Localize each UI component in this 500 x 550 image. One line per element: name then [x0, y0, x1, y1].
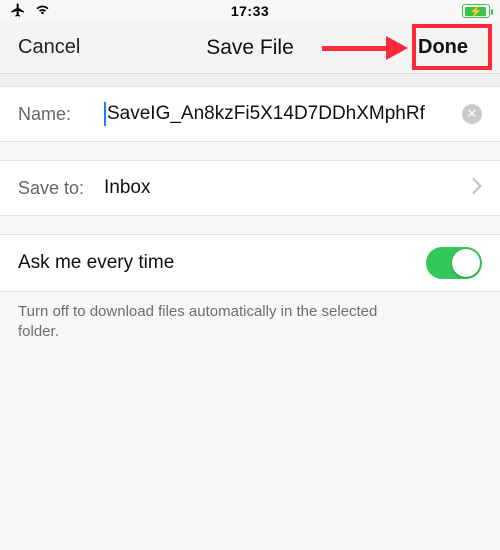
- ask-every-time-label: Ask me every time: [18, 252, 174, 274]
- status-bar: 17:33 ⚡: [0, 0, 500, 22]
- page-title: Save File: [206, 36, 294, 60]
- clock: 17:33: [231, 3, 269, 19]
- wifi-icon: [34, 3, 51, 19]
- save-to-value: Inbox: [104, 177, 464, 199]
- section-spacer: [0, 74, 500, 86]
- name-label: Name:: [18, 104, 104, 125]
- ask-every-time-toggle[interactable]: [426, 247, 482, 279]
- battery-charging-icon: ⚡: [462, 4, 490, 18]
- filename-value: SaveIG_An8kzFi5X14D7DDhXMphRf: [107, 103, 456, 125]
- chevron-right-icon: [472, 178, 482, 199]
- save-to-row[interactable]: Save to: Inbox: [0, 160, 500, 216]
- toggle-knob: [452, 249, 480, 277]
- ask-every-time-row: Ask me every time: [0, 234, 500, 292]
- navigation-bar: Cancel Save File Done: [0, 22, 500, 74]
- airplane-mode-icon: [10, 2, 26, 21]
- footer-hint: Turn off to download files automatically…: [0, 292, 400, 353]
- name-row[interactable]: Name: SaveIG_An8kzFi5X14D7DDhXMphRf ✕: [0, 86, 500, 142]
- done-button[interactable]: Done: [404, 32, 482, 63]
- text-cursor: [104, 102, 106, 126]
- cancel-button[interactable]: Cancel: [18, 36, 80, 59]
- save-to-label: Save to:: [18, 178, 104, 199]
- filename-input[interactable]: SaveIG_An8kzFi5X14D7DDhXMphRf ✕: [104, 102, 482, 126]
- clear-text-icon[interactable]: ✕: [462, 104, 482, 124]
